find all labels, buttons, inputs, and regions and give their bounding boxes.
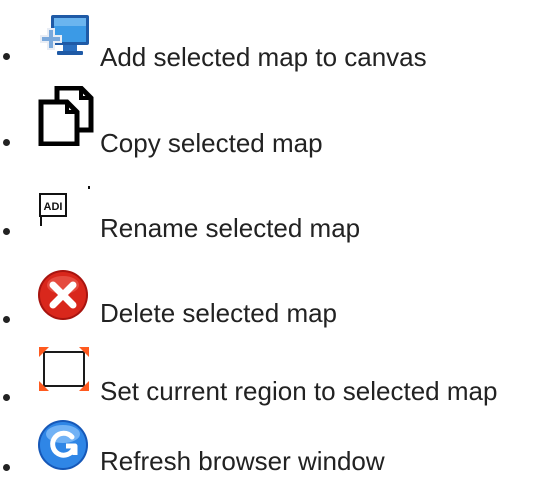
list-item-rename-map: ADI Rename selected map — [0, 186, 546, 246]
copy-map-icon — [38, 86, 94, 146]
rename-icon-text: ADI — [44, 201, 63, 213]
item-label: Delete selected map — [100, 298, 338, 328]
add-map-to-canvas-icon — [40, 15, 89, 55]
list-item-refresh: Refresh browser window — [0, 418, 546, 478]
item-label: Add selected map to canvas — [100, 42, 427, 72]
bullet — [3, 394, 10, 401]
item-label: Set current region to selected map — [100, 376, 498, 406]
list-item-set-region: Set current region to selected map — [0, 346, 546, 406]
bullet — [3, 464, 10, 471]
refresh-icon — [38, 420, 88, 470]
item-label: Rename selected map — [100, 213, 361, 243]
set-region-icon — [39, 347, 89, 391]
toolbar-icon-legend: Add selected map to canvas Copy selected… — [0, 0, 546, 492]
bullet — [3, 139, 10, 146]
item-label: Copy selected map — [100, 128, 323, 158]
rename-map-icon: ADI — [39, 186, 90, 226]
list-item-copy-map: Copy selected map — [0, 86, 546, 158]
bullet — [3, 316, 10, 323]
list-item-delete-map: Delete selected map — [0, 268, 546, 328]
delete-map-icon — [38, 270, 88, 320]
bullet — [3, 53, 10, 60]
bullet — [3, 228, 10, 235]
list-item-add-map: Add selected map to canvas — [0, 14, 546, 74]
item-label: Refresh browser window — [100, 446, 385, 476]
